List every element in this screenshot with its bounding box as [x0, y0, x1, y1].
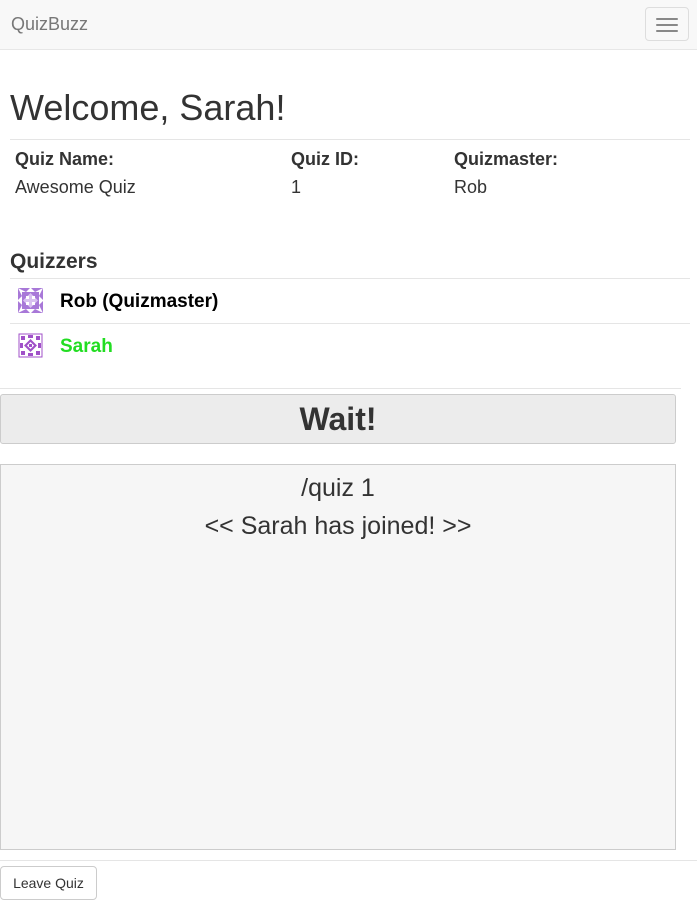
identicon-avatar-icon: [18, 333, 43, 358]
list-bottom-divider: [0, 388, 681, 389]
buzzer-button[interactable]: Wait!: [0, 394, 676, 444]
leave-quiz-button[interactable]: Leave Quiz: [0, 866, 97, 900]
quiz-name-value: Awesome Quiz: [15, 177, 136, 197]
chat-message: << Sarah has joined! >>: [204, 512, 472, 540]
navbar: QuizBuzz: [0, 0, 697, 50]
identicon-avatar-icon: [18, 288, 43, 313]
quizmaster-value: Rob: [454, 177, 488, 197]
quizzer-row: Rob (Quizmaster): [10, 279, 690, 324]
chat-log[interactable]: /quiz 1 << Sarah has joined! >>: [0, 464, 676, 850]
quiz-id-label: Quiz ID:: [291, 149, 359, 169]
quiz-name-label: Quiz Name:: [15, 149, 115, 169]
quizzers-heading: Quizzers: [10, 250, 98, 273]
quiz-id-value: 1: [291, 177, 302, 197]
brand-link[interactable]: QuizBuzz: [11, 14, 88, 35]
quizzer-row: Sarah: [10, 324, 690, 369]
title-divider: [10, 139, 690, 140]
quizzer-name: Sarah: [60, 336, 113, 357]
quizzer-name: Rob (Quizmaster): [60, 291, 219, 312]
page-title: Welcome, Sarah!: [10, 87, 286, 128]
hamburger-menu-button[interactable]: [645, 7, 689, 41]
footer-divider: [0, 860, 697, 861]
quizmaster-label: Quizmaster:: [454, 149, 559, 169]
chat-message: /quiz 1: [301, 474, 375, 502]
